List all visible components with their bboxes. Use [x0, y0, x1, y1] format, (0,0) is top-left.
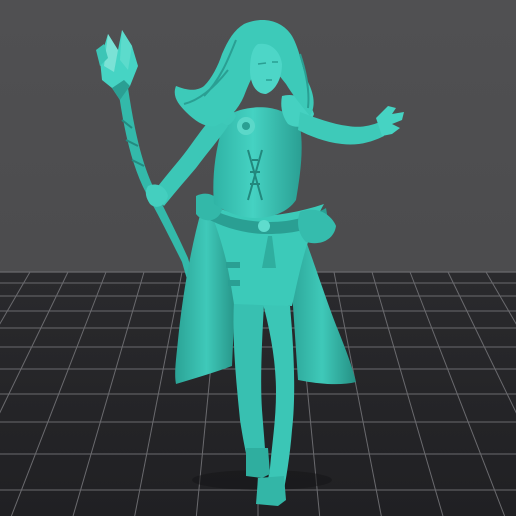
scene-canvas[interactable] [0, 0, 516, 516]
left-boot [246, 448, 270, 478]
3d-viewport[interactable] [0, 0, 516, 516]
right-boot [256, 476, 286, 506]
amulet-center [242, 122, 250, 130]
belt-buckle [258, 220, 270, 232]
